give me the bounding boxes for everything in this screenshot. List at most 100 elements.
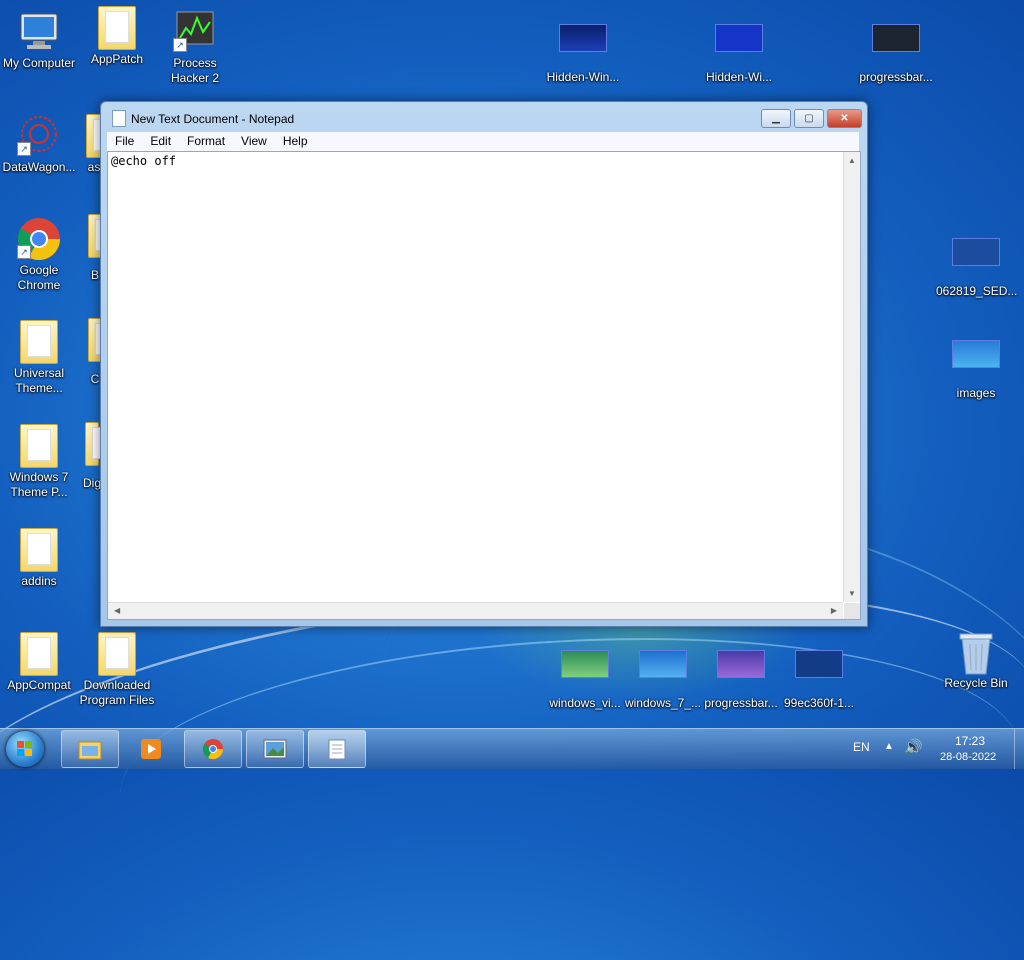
image-thumbnail-icon — [561, 650, 609, 678]
desktop-icon-label: Google Chrome — [17, 263, 61, 292]
taskbar-chrome[interactable] — [184, 730, 242, 768]
desktop-icon-my-computer[interactable]: My Computer — [0, 10, 78, 71]
image-thumbnail-icon — [795, 650, 843, 678]
desktop-icon-windows-7[interactable]: windows_7_... — [624, 640, 702, 711]
horizontal-scrollbar[interactable]: ◀ ▶ — [108, 602, 843, 619]
desktop-icon-images[interactable]: images — [936, 330, 1016, 401]
menu-bar: File Edit Format View Help — [107, 132, 859, 151]
computer-icon — [15, 10, 63, 52]
desktop-icon-label: Universal Theme... — [13, 366, 64, 395]
desktop-icon-label: Process Hacker 2 — [170, 56, 220, 85]
image-thumbnail-icon — [559, 24, 607, 52]
folder-icon — [20, 528, 58, 572]
minimize-button[interactable]: ▁ — [761, 109, 791, 128]
desktop-icon-progressbar-top[interactable]: progressbar... — [857, 14, 935, 85]
explorer-folder-icon — [78, 738, 102, 760]
desktop-icon-label: My Computer — [2, 56, 76, 70]
image-thumbnail-icon — [872, 24, 920, 52]
desktop-icon-label: Hidden-Win... — [546, 70, 620, 84]
maximize-button[interactable]: ▢ — [794, 109, 824, 128]
taskbar: EN ▲ 🔊 17:23 28-08-2022 — [0, 728, 1024, 769]
media-player-icon — [139, 738, 163, 760]
desktop-icon-progressbar-bottom[interactable]: progressbar... — [702, 640, 780, 711]
taskbar-photo-viewer[interactable] — [246, 730, 304, 768]
shortcut-arrow-icon: ↗ — [173, 38, 187, 52]
image-thumbnail-icon — [639, 650, 687, 678]
desktop-icon-label: Windows 7 Theme P... — [9, 470, 69, 499]
folder-icon — [20, 320, 58, 364]
folder-icon — [85, 422, 104, 466]
desktop-icon-universal-theme[interactable]: Universal Theme... — [0, 320, 78, 396]
window-titlebar[interactable]: New Text Document - Notepad ▁ ▢ ✕ — [101, 102, 867, 132]
photo-viewer-icon — [263, 738, 287, 760]
close-button[interactable]: ✕ — [827, 109, 862, 128]
image-thumbnail-icon — [717, 650, 765, 678]
start-button[interactable] — [6, 731, 44, 767]
desktop-icon-addins[interactable]: addins — [0, 528, 78, 589]
windows-logo-icon — [17, 741, 33, 757]
desktop-icon-apppatch[interactable]: AppPatch — [78, 6, 156, 67]
desktop-icon-062819-sed[interactable]: 062819_SED... — [936, 228, 1018, 299]
desktop-icon-windows7-theme[interactable]: Windows 7 Theme P... — [0, 424, 78, 500]
desktop-icon-label: Recycle Bin — [944, 676, 1008, 690]
show-desktop-button[interactable] — [1014, 729, 1024, 769]
scroll-left-icon[interactable]: ◀ — [114, 606, 120, 615]
clock-date[interactable]: 28-08-2022 — [940, 751, 996, 763]
clock-time[interactable]: 17:23 — [955, 734, 985, 748]
desktop-icon-recycle-bin[interactable]: Recycle Bin — [936, 630, 1016, 691]
desktop-icon-appcompat[interactable]: AppCompat — [0, 632, 78, 693]
vertical-scrollbar[interactable]: ▲ ▼ — [843, 152, 860, 602]
desktop-icon-hidden-win-1[interactable]: Hidden-Win... — [544, 14, 622, 85]
show-hidden-icons-icon[interactable]: ▲ — [884, 741, 894, 752]
folder-icon — [98, 632, 136, 676]
scroll-right-icon[interactable]: ▶ — [831, 606, 837, 615]
folder-icon — [20, 632, 58, 676]
desktop-icon-label: Hidden-Wi... — [705, 70, 773, 84]
notepad-icon — [325, 738, 349, 760]
image-thumbnail-icon — [952, 340, 1000, 368]
process-hacker-icon: ↗ — [171, 10, 219, 52]
desktop-icon-hidden-win-2[interactable]: Hidden-Wi... — [700, 14, 778, 85]
desktop-icon-label: Downloaded Program Files — [79, 678, 155, 707]
chrome-icon — [201, 738, 225, 760]
desktop-icon-label: 062819_SED... — [936, 284, 1018, 298]
desktop-icon-label: AppPatch — [90, 52, 144, 66]
scrollbar-corner — [844, 603, 860, 619]
scroll-up-icon[interactable]: ▲ — [848, 156, 856, 165]
language-indicator[interactable]: EN — [853, 740, 870, 754]
volume-icon[interactable]: 🔊 — [904, 738, 923, 756]
shortcut-arrow-icon: ↗ — [17, 245, 31, 259]
shortcut-arrow-icon: ↗ — [17, 142, 31, 156]
window-title: New Text Document - Notepad — [131, 112, 295, 126]
taskbar-media-player[interactable] — [122, 730, 180, 768]
desktop-icon-process-hacker[interactable]: ↗ Process Hacker 2 — [156, 10, 234, 86]
desktop-icon-label: windows_vi... — [549, 696, 621, 710]
menu-help[interactable]: Help — [275, 132, 316, 149]
notepad-window[interactable]: New Text Document - Notepad ▁ ▢ ✕ File Ed… — [100, 101, 868, 627]
scroll-down-icon[interactable]: ▼ — [848, 589, 856, 598]
desktop-icon-windows-vi[interactable]: windows_vi... — [546, 640, 624, 711]
menu-edit[interactable]: Edit — [142, 132, 179, 149]
folder-icon — [98, 6, 136, 50]
chrome-icon: ↗ — [15, 217, 63, 261]
desktop-icon-label: AppCompat — [7, 678, 71, 692]
desktop-icon-google-chrome[interactable]: ↗ Google Chrome — [0, 217, 78, 293]
folder-icon — [20, 424, 58, 468]
image-thumbnail-icon — [952, 238, 1000, 266]
menu-view[interactable]: View — [233, 132, 275, 149]
editor-text[interactable]: @echo off — [111, 154, 176, 168]
desktop-icon-label: images — [956, 386, 996, 400]
desktop-icon-label: windows_7_... — [624, 696, 702, 710]
datawagon-icon: ↗ — [15, 114, 63, 156]
text-editor-area[interactable]: @echo off ▲ ▼ ◀ ▶ — [107, 151, 861, 620]
desktop-icon-downloaded-program-files[interactable]: Downloaded Program Files — [78, 632, 156, 708]
desktop-icon-datawagon[interactable]: ↗ DataWagon... — [0, 114, 78, 175]
taskbar-notepad[interactable] — [308, 730, 366, 768]
desktop-icon-99ec360f[interactable]: 99ec360f-1... — [780, 640, 858, 711]
menu-format[interactable]: Format — [179, 132, 233, 149]
recycle-bin-icon — [952, 630, 1000, 675]
notepad-icon — [112, 110, 126, 127]
menu-file[interactable]: File — [107, 132, 142, 149]
desktop-icon-label: progressbar... — [859, 70, 933, 84]
taskbar-explorer[interactable] — [61, 730, 119, 768]
